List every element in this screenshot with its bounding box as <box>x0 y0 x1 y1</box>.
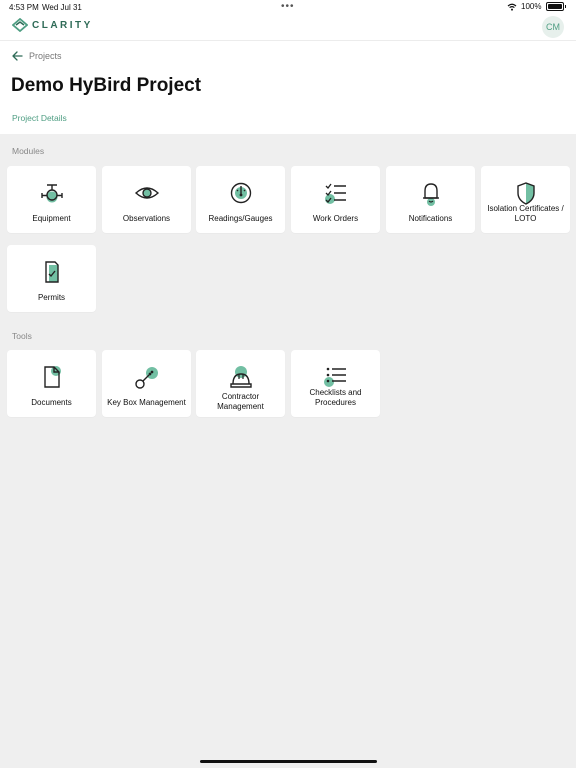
module-tile-observations[interactable]: Observations <box>102 166 191 233</box>
page-title: Demo HyBird Project <box>11 75 202 96</box>
status-right: 100% <box>507 2 566 11</box>
tool-label: Contractor Management <box>217 392 264 411</box>
checklist-icon <box>324 183 346 204</box>
eye-icon <box>134 187 159 199</box>
battery-icon <box>545 2 564 11</box>
module-tile-work-orders[interactable]: Work Orders <box>291 166 380 233</box>
module-label: Notifications <box>408 214 453 223</box>
module-label: Permits <box>37 293 66 302</box>
gauge-icon <box>230 182 251 204</box>
module-tile-readings-gauges[interactable]: Readings/Gauges <box>196 166 285 233</box>
tool-label: Checklists and Procedures <box>309 388 362 407</box>
module-tile-notifications[interactable]: Notifications <box>386 166 475 233</box>
project-details-link[interactable]: Project Details <box>12 113 67 123</box>
tool-tile-contractor-management[interactable]: Contractor Management <box>196 350 285 417</box>
module-tile-isolation-certificates[interactable]: Isolation Certificates / LOTO <box>481 166 570 233</box>
brand-name: CLARITY <box>32 19 93 31</box>
tool-label: Documents <box>31 398 72 407</box>
battery-percent: 100% <box>521 2 542 11</box>
back-button[interactable]: Projects <box>12 51 62 61</box>
status-time: 4:53 PM <box>9 3 39 12</box>
module-label: Readings/Gauges <box>208 214 273 223</box>
home-indicator[interactable] <box>200 760 377 763</box>
clarity-logo-icon <box>12 18 28 32</box>
status-date: Wed Jul 31 <box>42 3 82 12</box>
tools-section-title: Tools <box>12 331 32 341</box>
status-bar: 4:53 PM Wed Jul 31 ••• 100% <box>0 0 576 14</box>
clarity-logo[interactable]: CLARITY <box>12 18 93 32</box>
avatar[interactable]: CM <box>542 16 564 38</box>
key-icon <box>134 367 158 389</box>
wifi-icon <box>507 3 517 11</box>
module-label: Work Orders <box>312 214 359 223</box>
module-label: Observations <box>122 214 171 223</box>
app-header: 4:53 PM Wed Jul 31 ••• 100% CLARITY CM P… <box>0 0 576 134</box>
module-label: Equipment <box>32 214 71 223</box>
shield-icon <box>516 182 535 205</box>
modules-section-title: Modules <box>12 146 45 156</box>
bell-icon <box>422 183 439 206</box>
tool-tile-documents[interactable]: Documents <box>7 350 96 417</box>
module-tile-equipment[interactable]: Equipment <box>7 166 96 233</box>
arrow-left-icon <box>12 51 23 61</box>
hard-hat-icon <box>229 366 252 388</box>
module-label: Isolation Certificates / LOTO <box>487 204 564 223</box>
header-divider <box>0 40 576 41</box>
multitasking-dots-icon[interactable]: ••• <box>281 1 295 12</box>
tool-label: Key Box Management <box>107 398 186 407</box>
permit-icon <box>44 261 59 283</box>
list-icon <box>323 367 346 387</box>
document-icon <box>43 366 61 388</box>
valve-icon <box>40 184 63 203</box>
tool-tile-key-box-management[interactable]: Key Box Management <box>102 350 191 417</box>
module-tile-permits[interactable]: Permits <box>7 245 96 312</box>
battery-tip <box>564 5 566 8</box>
tool-tile-checklists-procedures[interactable]: Checklists and Procedures <box>291 350 380 417</box>
back-label: Projects <box>29 51 62 61</box>
